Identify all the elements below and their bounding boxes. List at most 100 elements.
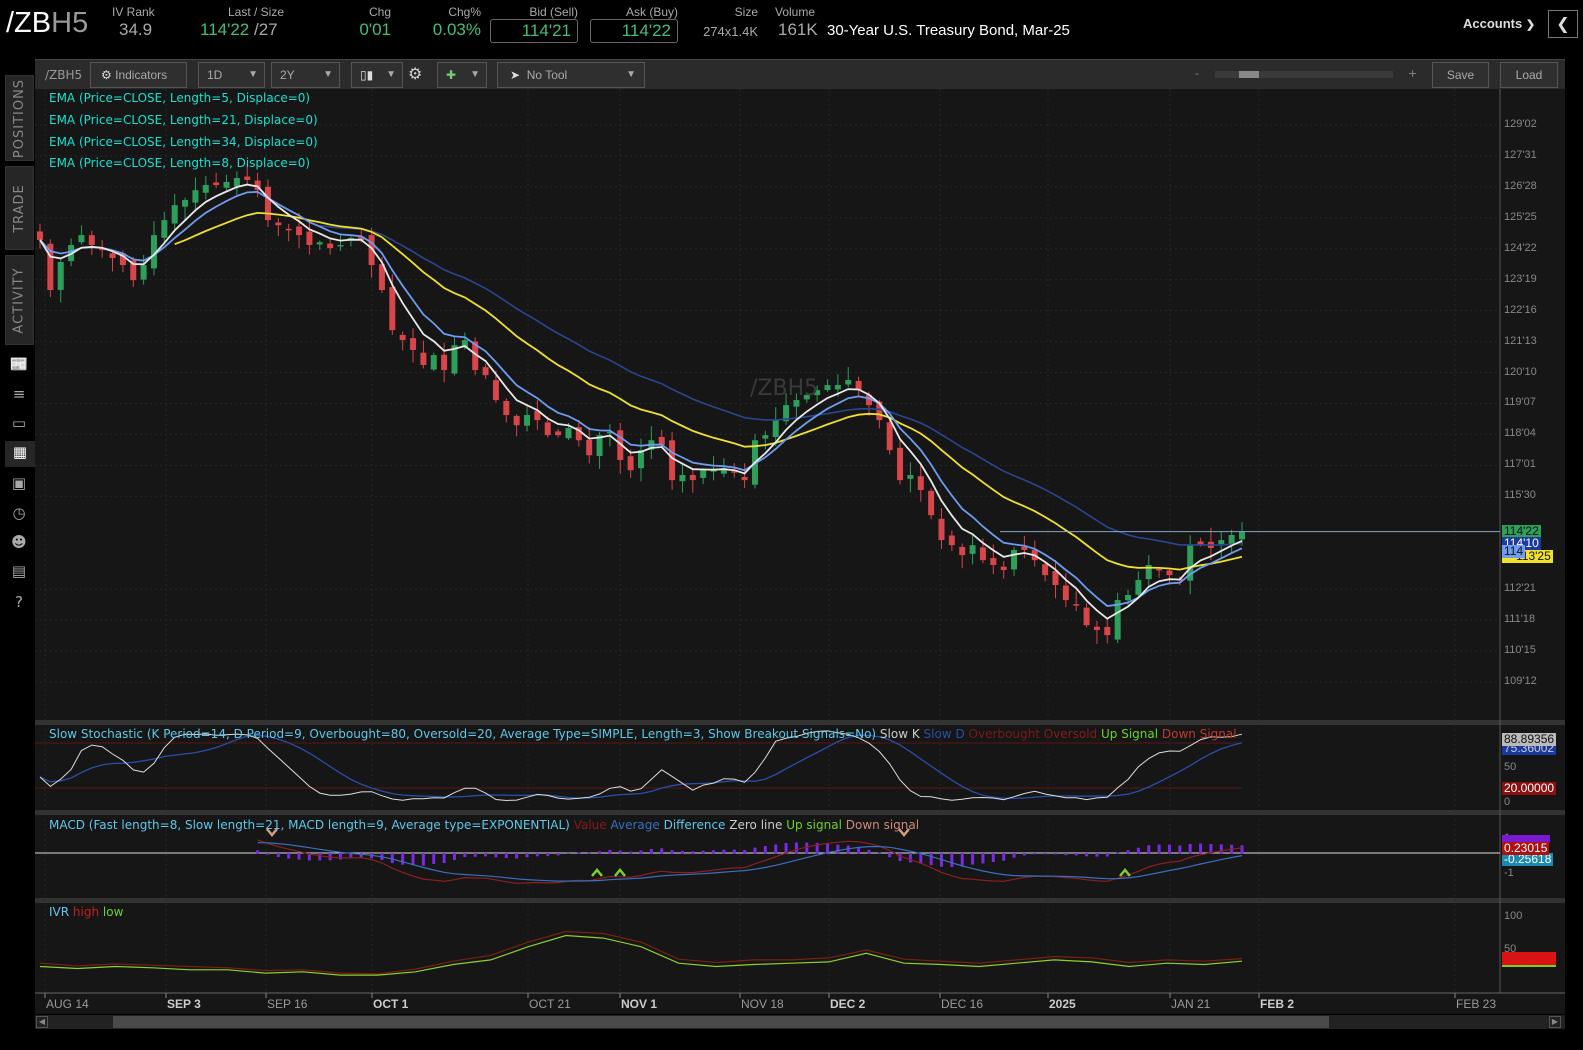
macd-average-label: Average — [610, 818, 660, 832]
macd-histogram-bar — [1116, 852, 1120, 854]
price-axis-label: 124'22 — [1504, 241, 1537, 254]
price-axis-label: 119'07 — [1504, 396, 1536, 409]
candle-body — [223, 181, 230, 188]
candle-body — [979, 547, 986, 561]
macd-histogram-bar — [691, 851, 695, 854]
macd-histogram-bar — [1167, 844, 1171, 854]
candle — [233, 171, 240, 197]
candle — [1031, 540, 1038, 567]
candle — [627, 449, 634, 478]
candle-body — [78, 235, 85, 243]
candle-body — [1093, 626, 1100, 631]
macd-diff-label: Difference — [663, 818, 726, 832]
price-axis-label: 120'10 — [1504, 365, 1537, 378]
macd-up-signal-icon — [591, 868, 603, 877]
stoch-down-label: Down Signal — [1161, 727, 1237, 741]
candle-body — [555, 431, 562, 436]
candle-body — [928, 490, 935, 516]
macd-histogram-bar — [1095, 853, 1099, 857]
macd-title: MACD (Fast length=8, Slow length=21, MAC… — [49, 818, 570, 832]
date-label: DEC 16 — [941, 997, 984, 1011]
macd-legend[interactable]: MACD (Fast length=8, Slow length=21, MAC… — [49, 818, 919, 832]
candle-body — [959, 546, 966, 556]
macd-histogram-bar — [442, 853, 446, 864]
candle-body — [1052, 570, 1059, 586]
candle — [648, 426, 655, 460]
macd-value-tag: 0.23015 — [1502, 841, 1550, 855]
macd-histogram-bar — [629, 851, 633, 854]
candle-body — [192, 190, 199, 203]
panel-divider — [35, 898, 1565, 903]
candle-body — [938, 518, 945, 541]
candle — [213, 172, 220, 189]
candle — [1000, 560, 1007, 579]
macd-axis-minus1: -1 — [1504, 867, 1514, 879]
macd-histogram-bar — [1178, 845, 1182, 854]
candle — [534, 400, 541, 430]
price-axis-label: 115'30 — [1504, 489, 1536, 502]
candle — [897, 440, 904, 485]
candle-body — [627, 456, 634, 471]
date-label: JAN 21 — [1171, 997, 1211, 1011]
macd-histogram-bar — [535, 853, 539, 857]
scroll-left-button[interactable]: ◀ — [36, 1016, 48, 1028]
macd-histogram-bar — [1002, 853, 1006, 861]
stoch-slowk-label: Slow K — [879, 727, 920, 741]
candle-body — [1083, 607, 1090, 626]
scrollbar-thumb[interactable] — [113, 1016, 1329, 1028]
candle-body — [1135, 579, 1142, 595]
candle — [410, 328, 417, 363]
candle — [1052, 559, 1059, 599]
candle — [150, 221, 157, 276]
stochastic-legend[interactable]: Slow Stochastic (K Period=14, D Period=9… — [49, 727, 1237, 741]
stoch-overbought-label: Overbought — [968, 727, 1040, 741]
candle-body — [161, 220, 168, 238]
candle-body — [544, 422, 551, 436]
candle — [482, 364, 489, 379]
macd-histogram-bar — [960, 853, 964, 867]
candle-body — [88, 235, 95, 246]
candle-body — [1114, 600, 1121, 640]
candle-body — [37, 231, 43, 240]
candle-body — [513, 415, 520, 426]
macd-histogram-bar — [1136, 847, 1140, 854]
candle-body — [1073, 604, 1080, 606]
macd-histogram-bar — [577, 852, 581, 854]
macd-histogram-bar — [846, 845, 850, 854]
ema5-legend[interactable]: EMA (Price=CLOSE, Length=5, Displace=0) — [49, 91, 310, 105]
ivr-legend[interactable]: IVR high low — [49, 905, 123, 919]
candle — [1114, 592, 1121, 643]
candle-body — [327, 243, 334, 249]
macd-histogram-bar — [649, 848, 653, 854]
candle-body — [244, 176, 251, 180]
candle-body — [420, 352, 427, 365]
candle-body — [990, 558, 997, 565]
candle-body — [1125, 594, 1132, 601]
date-label: AUG 14 — [46, 997, 89, 1011]
macd-histogram-bar — [670, 850, 674, 854]
ema21-legend[interactable]: EMA (Price=CLOSE, Length=21, Displace=0) — [49, 113, 318, 127]
macd-histogram-bar — [680, 850, 684, 854]
macd-value-line — [257, 839, 1243, 884]
candle — [275, 218, 282, 237]
ema21-line — [174, 211, 1243, 571]
candle — [1156, 567, 1163, 578]
price-axis-label: 109'12 — [1504, 674, 1537, 687]
horizontal-scrollbar[interactable]: ◀ ▶ — [35, 1015, 1565, 1029]
candle-body — [1104, 626, 1111, 636]
candle-body — [907, 475, 914, 479]
candle — [1166, 569, 1173, 585]
candle — [182, 197, 189, 220]
candle — [451, 337, 458, 376]
stoch-slowd-label: Slow D — [923, 727, 965, 741]
macd-histogram-bar — [722, 849, 726, 854]
macd-histogram-bar — [1012, 853, 1016, 858]
scroll-right-button[interactable]: ▶ — [1549, 1016, 1561, 1028]
candle — [1228, 529, 1235, 555]
macd-down-label: Down signal — [845, 818, 920, 832]
ema34-legend[interactable]: EMA (Price=CLOSE, Length=34, Displace=0) — [49, 135, 318, 149]
macd-histogram-bar — [494, 853, 498, 858]
candle — [1073, 591, 1080, 611]
ema8-legend[interactable]: EMA (Price=CLOSE, Length=8, Displace=0) — [49, 156, 310, 170]
date-label: SEP 16 — [267, 997, 308, 1011]
